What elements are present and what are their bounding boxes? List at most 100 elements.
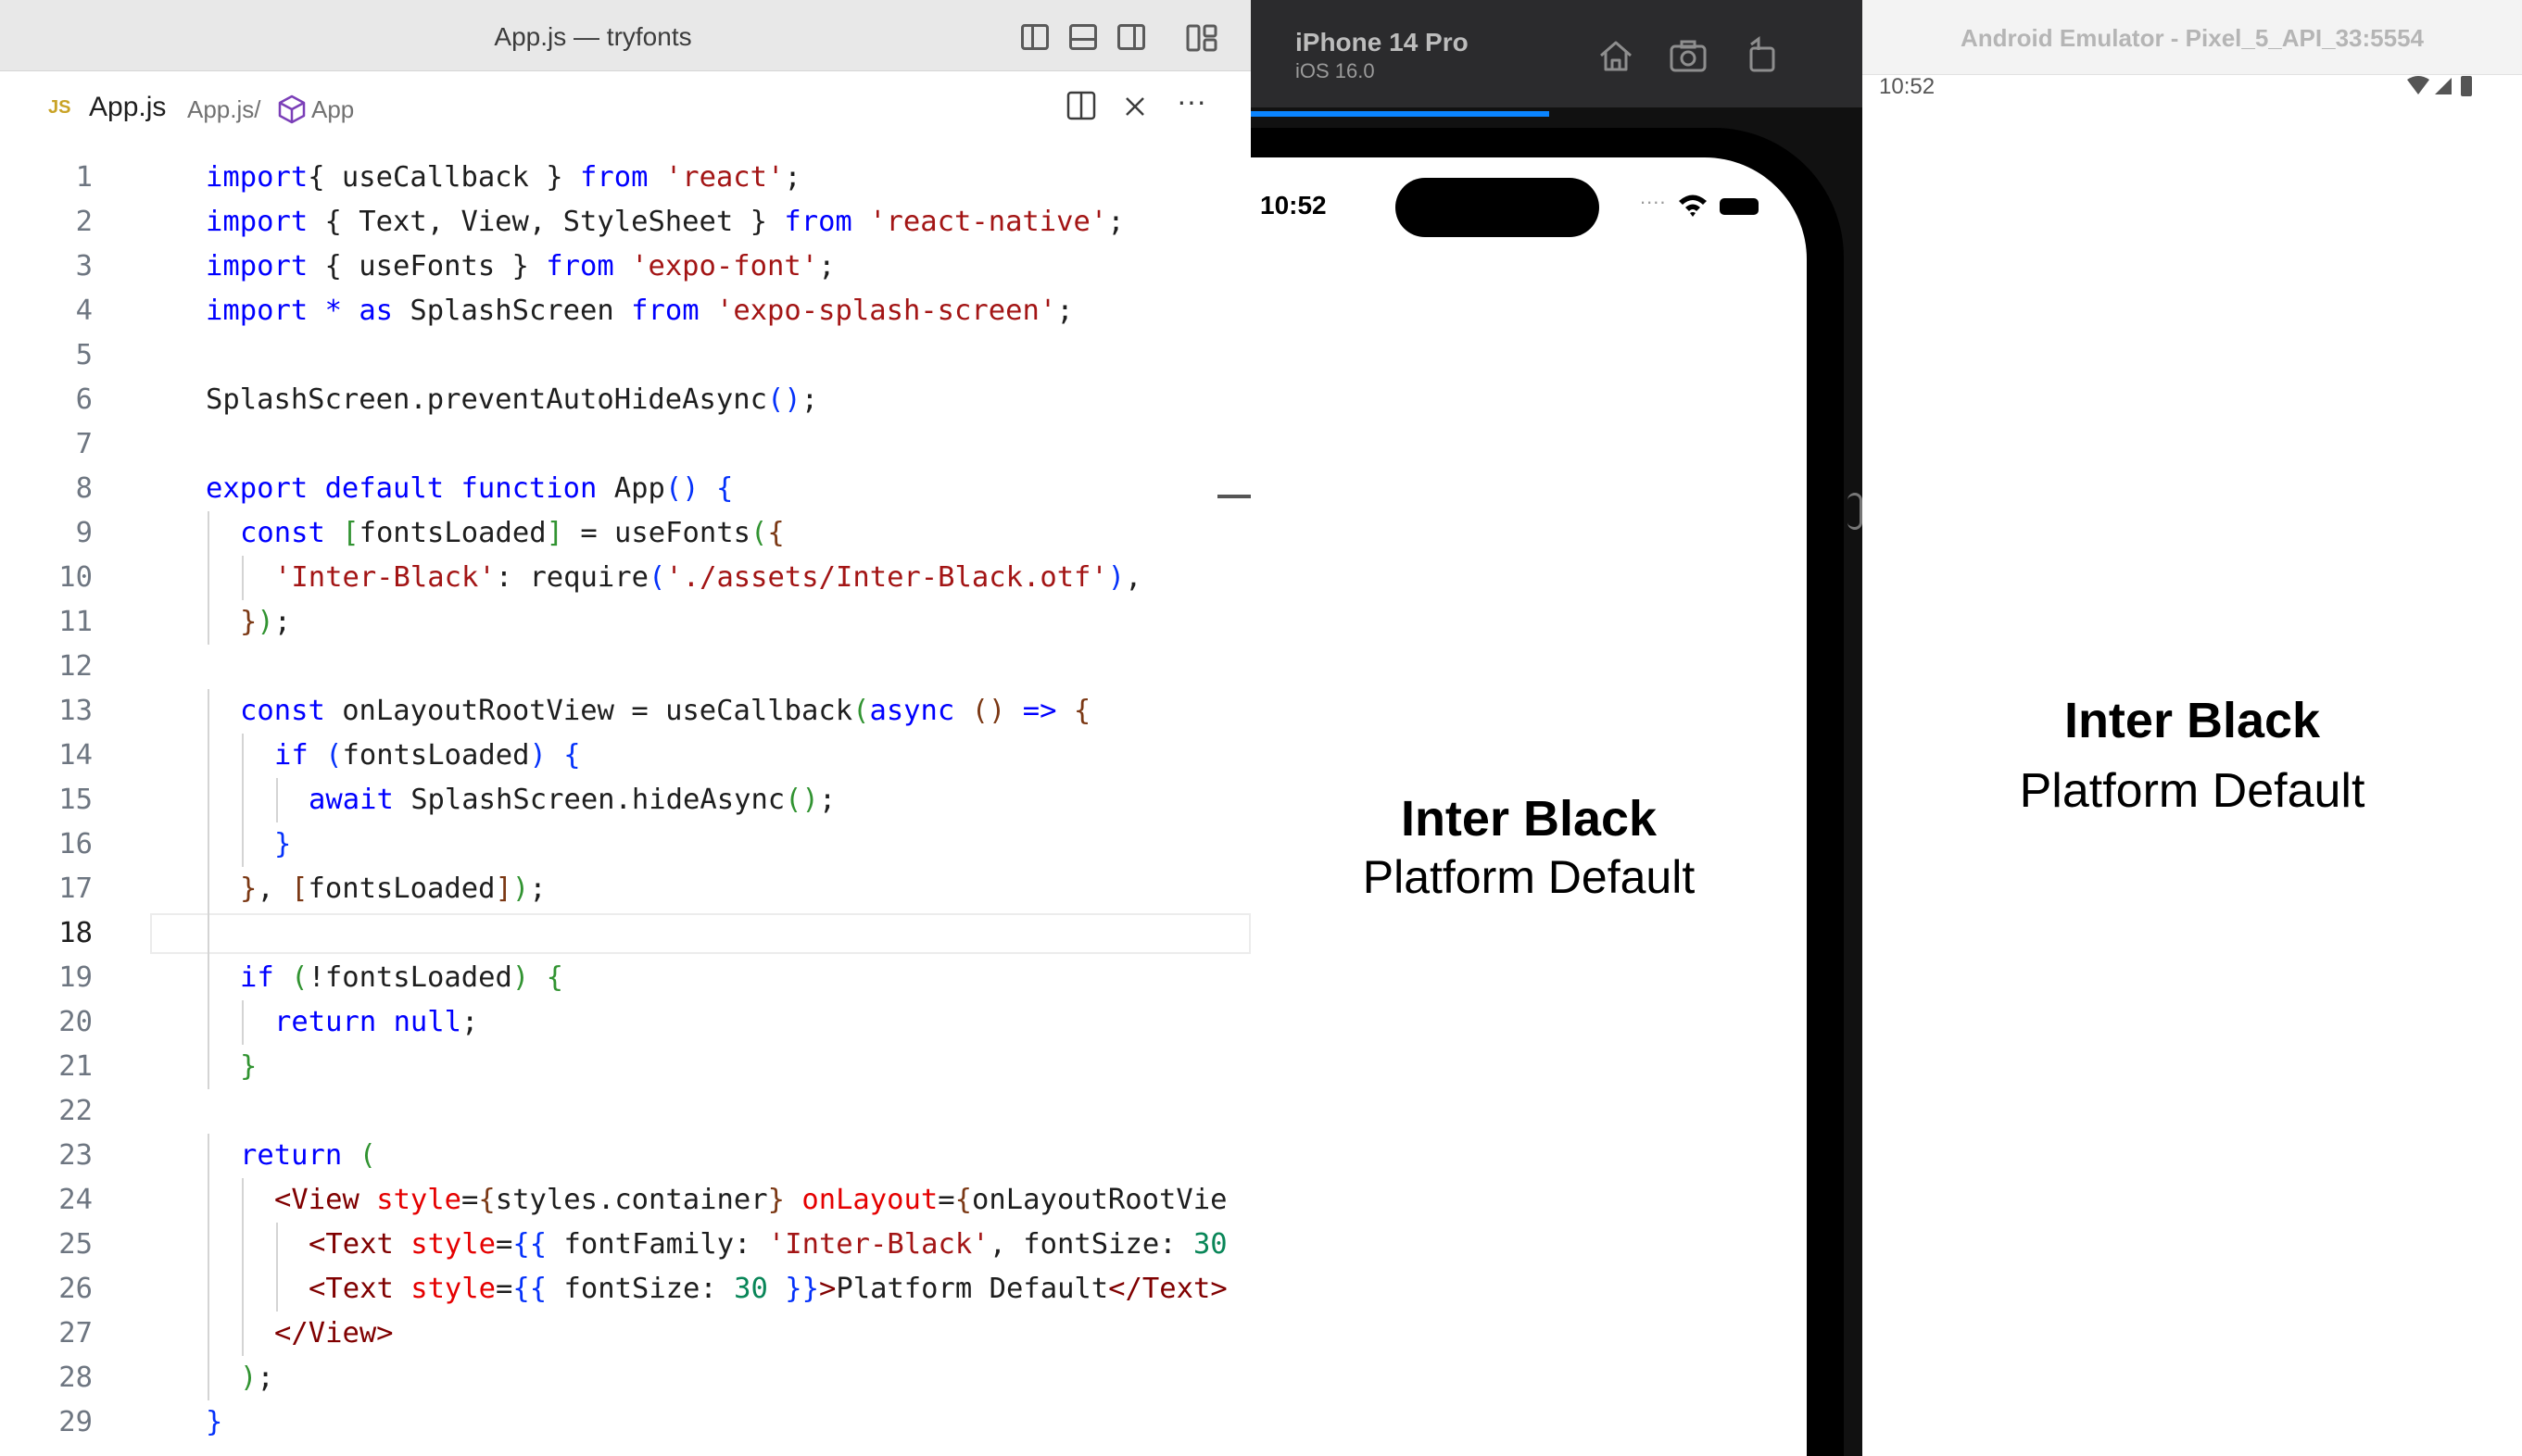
code-line[interactable]: 13 const onLayoutRootView = useCallback(a… <box>0 689 1251 734</box>
line-number: 26 <box>58 1273 93 1305</box>
ios-simulator-toolbar: iPhone 14 Pro iOS 16.0 <box>1251 0 1862 107</box>
customize-layout-icon[interactable] <box>1186 24 1217 52</box>
code-text: return null; <box>274 1000 478 1045</box>
status-icons <box>2407 76 2472 96</box>
code-line[interactable]: 21} <box>0 1045 1251 1089</box>
code-line[interactable]: 29} <box>0 1400 1251 1445</box>
indent-guide <box>208 822 209 867</box>
code-line[interactable]: 16} <box>0 822 1251 867</box>
line-number: 14 <box>58 739 93 772</box>
indent-guide <box>208 556 209 600</box>
code-token: = <box>496 1228 513 1261</box>
inter-black-text: Inter Black <box>2063 693 2321 748</box>
code-token: {{ <box>512 1228 548 1261</box>
code-token: ) <box>1107 561 1126 594</box>
code-text: } <box>206 1400 222 1445</box>
code-token: {{ <box>512 1273 548 1305</box>
code-token: = <box>496 1273 513 1305</box>
code-line[interactable]: 28); <box>0 1356 1251 1400</box>
indent-guide <box>208 1178 209 1223</box>
code-token: <Text <box>309 1228 394 1261</box>
toggle-panel-icon[interactable] <box>1069 24 1097 50</box>
code-token: { <box>308 161 342 194</box>
code-line[interactable]: 1 import{ useCallback } from 'react'; <box>0 156 1251 200</box>
code-line[interactable]: 22 <box>0 1089 1251 1134</box>
toggle-primary-sidebar-icon[interactable] <box>1021 24 1049 50</box>
code-token: { <box>1073 695 1091 727</box>
code-line[interactable]: 25 <Text style={{ fontFamily: 'Inter-Blac… <box>0 1223 1251 1267</box>
android-emulator-window: Android Emulator - Pixel_5_API_33:5554 1… <box>1862 0 2522 1456</box>
code-token: style <box>410 1273 497 1305</box>
code-line[interactable]: 9 const [fontsLoaded] = useFonts({ <box>0 511 1251 556</box>
code-line[interactable]: 2 import { Text, View, StyleSheet } from … <box>0 200 1251 245</box>
toggle-secondary-sidebar-icon[interactable] <box>1117 24 1145 50</box>
battery-icon <box>2461 76 2472 96</box>
code-line[interactable]: 17}, [fontsLoaded]); <box>0 867 1251 911</box>
platform-default-text: Platform Default <box>1362 851 1696 903</box>
code-token: return <box>240 1139 343 1172</box>
scrollbar-marker[interactable] <box>1217 495 1251 498</box>
screenshot-icon[interactable] <box>1668 35 1709 76</box>
code-line[interactable]: 4 import * as SplashScreen from 'expo-spl… <box>0 289 1251 333</box>
code-editor[interactable]: 1 import{ useCallback } from 'react'; 2 imp… <box>0 148 1251 1456</box>
code-line[interactable]: 7 <box>0 422 1251 467</box>
code-line[interactable]: 18 <box>0 911 1251 956</box>
code-token: async <box>869 695 955 727</box>
code-line[interactable]: 24 <View style={styles.container} onLayou… <box>0 1178 1251 1223</box>
code-line[interactable]: 12 <box>0 645 1251 689</box>
code-text: }); <box>240 600 291 645</box>
home-icon[interactable] <box>1595 35 1636 76</box>
code-line[interactable]: 20 return null; <box>0 1000 1251 1045</box>
code-token: function <box>460 472 598 505</box>
line-number: 13 <box>58 695 93 727</box>
code-line[interactable]: 19 if (!fontsLoaded) { <box>0 956 1251 1000</box>
code-text: import{ useCallback } from 'react'; <box>206 156 801 200</box>
code-token: ] <box>495 872 512 905</box>
code-line[interactable]: 27 </View> <box>0 1312 1251 1356</box>
code-line[interactable]: 14 if (fontsLoaded) { <box>0 734 1251 778</box>
code-token: ( <box>648 561 666 594</box>
loading-progress-bar <box>1251 111 1549 117</box>
code-line[interactable]: 11}); <box>0 600 1251 645</box>
code-token: 'expo-splash-screen' <box>715 295 1057 327</box>
breadcrumb-file[interactable]: App.js/ <box>187 95 261 124</box>
code-line[interactable]: 26 <Text style={{ fontSize: 30 }}>Platfor… <box>0 1267 1251 1312</box>
vscode-titlebar: App.js — tryfonts <box>0 0 1251 71</box>
side-button <box>1847 493 1862 530</box>
breadcrumb-symbol[interactable]: App <box>311 95 354 124</box>
code-text: 'Inter-Black': require('./assets/Inter-B… <box>274 556 1142 600</box>
code-line[interactable]: 6 SplashScreen.preventAutoHideAsync(); <box>0 378 1251 422</box>
indent-guide <box>276 778 278 822</box>
code-line[interactable]: 8 export default function App() { <box>0 467 1251 511</box>
signal-icon <box>2435 78 2452 94</box>
close-tab-icon[interactable] <box>1121 90 1149 129</box>
tab-filename[interactable]: App.js <box>89 92 166 123</box>
indent-guide <box>242 822 244 867</box>
rotate-icon[interactable] <box>1742 35 1783 76</box>
indent-guide <box>242 1312 244 1356</box>
code-token: fontsLoaded <box>359 517 547 549</box>
line-number: 8 <box>75 472 93 505</box>
code-token: = useFonts <box>562 517 750 549</box>
code-token: ( <box>325 739 343 772</box>
code-token: SplashScreen.hideAsync <box>393 784 786 816</box>
iphone-screen[interactable]: 10:52 .... Inter Black Platform Default <box>1251 157 1807 1456</box>
code-line[interactable]: 3 import { useFonts } from 'expo-font'; <box>0 245 1251 289</box>
code-text: </View> <box>274 1312 394 1356</box>
code-token: ; <box>1056 295 1074 327</box>
code-text: await SplashScreen.hideAsync(); <box>309 778 836 822</box>
code-line[interactable]: 23 return ( <box>0 1134 1251 1178</box>
battery-icon <box>1720 198 1759 215</box>
code-line[interactable]: 10 'Inter-Black': require('./assets/Inter… <box>0 556 1251 600</box>
code-line[interactable]: 5 <box>0 333 1251 378</box>
code-token: } <box>767 1184 785 1216</box>
code-line[interactable]: 15 await SplashScreen.hideAsync(); <box>0 778 1251 822</box>
split-editor-icon[interactable] <box>1066 90 1097 129</box>
more-actions-icon[interactable]: ··· <box>1177 84 1206 119</box>
